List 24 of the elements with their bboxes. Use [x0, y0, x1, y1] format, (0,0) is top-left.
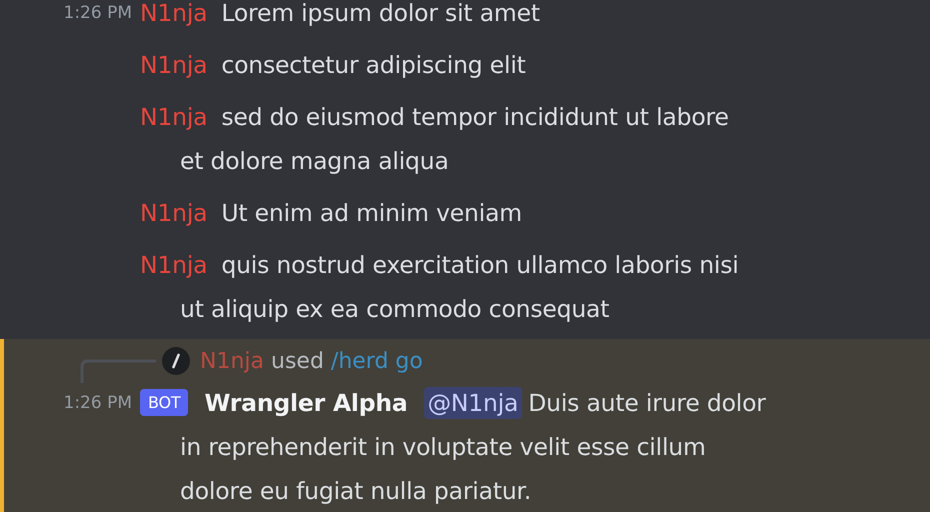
username[interactable]: Wrangler Alpha — [204, 389, 408, 417]
message-text: Duis aute irure dolor — [528, 389, 766, 417]
bot-badge: BOT — [140, 389, 188, 416]
username[interactable]: N1nja — [140, 51, 208, 79]
message-text: et dolore magna aliqua — [180, 146, 450, 177]
message-text: Ut enim ad minim veniam — [221, 199, 522, 227]
username[interactable]: N1nja — [140, 199, 208, 227]
message-text: sed do eiusmod tempor incididunt ut labore — [221, 103, 729, 131]
message-text: in reprehenderit in voluptate velit esse cillum — [180, 432, 707, 463]
message-text: ut aliquip ex ea commodo consequat — [180, 294, 610, 325]
username[interactable]: N1nja — [140, 103, 208, 131]
mention[interactable]: @N1nja — [424, 387, 522, 419]
message-text: dolore eu fugiat nulla pariatur. — [180, 476, 532, 507]
username[interactable]: N1nja — [200, 348, 264, 374]
timestamp: 1:26 PM — [64, 3, 132, 23]
message-text: Lorem ipsum dolor sit amet — [221, 0, 540, 27]
timestamp: 1:26 PM — [64, 393, 132, 413]
message-text: quis nostrud exercitation ullamco laboris nisi — [221, 251, 739, 279]
message-text: consectetur adipiscing elit — [221, 51, 526, 79]
reply-text: used — [271, 348, 324, 374]
username[interactable]: N1nja — [140, 0, 208, 27]
username[interactable]: N1nja — [140, 251, 208, 279]
command-link[interactable]: /herd go — [330, 348, 423, 374]
slash-command-icon — [162, 347, 190, 375]
